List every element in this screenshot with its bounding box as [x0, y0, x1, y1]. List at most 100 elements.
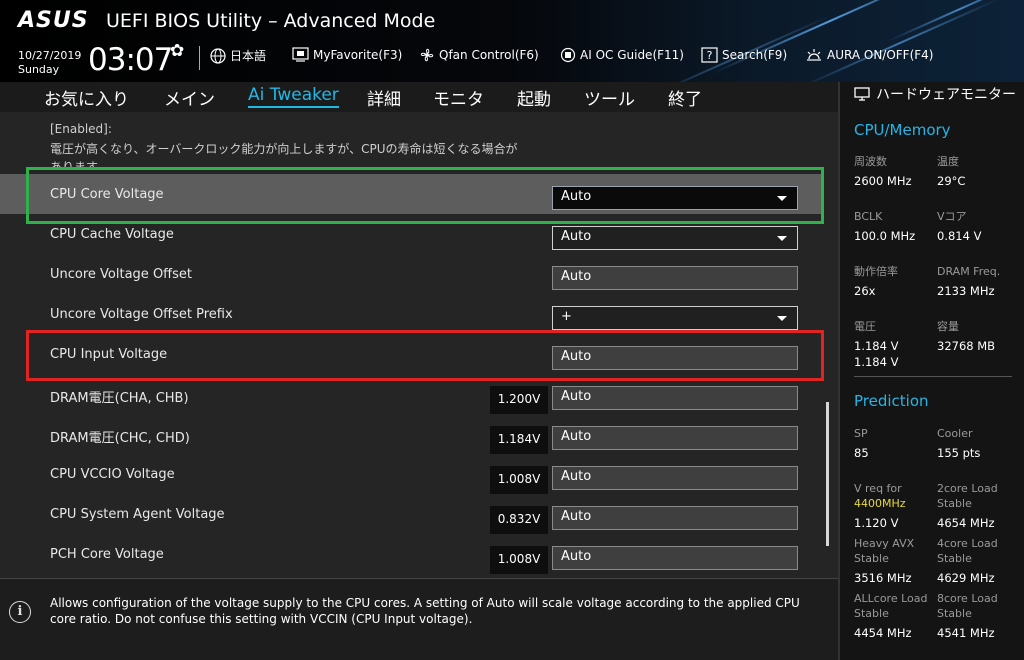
- dram-voltage-chc-chd-input[interactable]: Auto: [552, 426, 798, 450]
- tab-exit[interactable]: 終了: [668, 85, 702, 110]
- monitor-label: BCLK: [854, 210, 883, 223]
- target-frequency-label: 4400MHz: [854, 497, 906, 510]
- current-voltage-readout: 0.832V: [490, 506, 548, 534]
- cpu-cache-voltage-dropdown[interactable]: Auto: [552, 226, 798, 250]
- monitor-value: 4629 MHz: [937, 571, 995, 585]
- tab-ai-tweaker[interactable]: Ai Tweaker: [248, 85, 339, 108]
- monitor-label: 温度: [937, 155, 959, 168]
- setting-row-uncore-voltage-offset[interactable]: Uncore Voltage Offset Auto: [0, 254, 828, 294]
- globe-icon: [210, 47, 226, 64]
- monitor-value: 0.814 V: [937, 229, 982, 243]
- monitor-label: Stable: [937, 607, 972, 620]
- monitor-label: Cooler: [937, 427, 973, 440]
- monitor-title: ハードウェアモニター: [854, 87, 1024, 104]
- red-highlight-box: [26, 330, 824, 381]
- uncore-voltage-offset-input[interactable]: Auto: [552, 266, 798, 290]
- monitor-title-text: ハードウェアモニター: [876, 87, 1016, 103]
- tab-boot[interactable]: 起動: [517, 85, 551, 110]
- monitor-value: 85: [854, 446, 869, 460]
- monitor-label: Stable: [854, 552, 889, 565]
- monitor-label: Stable: [937, 497, 972, 510]
- current-voltage-readout: 1.008V: [490, 466, 548, 494]
- monitor-value: 2600 MHz: [854, 174, 912, 188]
- aura-label: AURA ON/OFF(F4): [827, 48, 934, 62]
- setting-label: DRAM電圧(CHC, CHD): [50, 431, 190, 446]
- monitor-value: 1.184 V: [854, 355, 899, 369]
- monitor-value: 1.184 V: [854, 339, 899, 353]
- asus-logo: ASUS: [18, 8, 89, 33]
- chevron-down-icon: [777, 316, 787, 321]
- language-button[interactable]: 日本語: [210, 47, 266, 64]
- monitor-label: 4core Load: [937, 537, 998, 550]
- setting-label: DRAM電圧(CHA, CHB): [50, 391, 189, 406]
- gear-icon[interactable]: ✿: [170, 41, 184, 61]
- aura-toggle-button[interactable]: AURA ON/OFF(F4): [805, 47, 933, 63]
- header-decoration: [799, 0, 1001, 82]
- scrollbar-thumb[interactable]: [826, 402, 829, 546]
- dropdown-value: Auto: [561, 229, 592, 244]
- header-divider: [199, 46, 200, 70]
- monitor-label: Stable: [937, 552, 972, 565]
- setting-label: Uncore Voltage Offset: [50, 267, 192, 282]
- setting-label: CPU Cache Voltage: [50, 227, 174, 242]
- qfan-control-label: Qfan Control(F6): [439, 48, 539, 62]
- main-tab-bar: お気に入り メイン Ai Tweaker 詳細 モニタ 起動 ツール 終了: [0, 82, 838, 112]
- monitor-label: DRAM Freq.: [937, 265, 1001, 278]
- header-decoration: [886, 0, 1024, 43]
- search-label: Search(F9): [722, 48, 788, 62]
- setting-row-dram-voltage-chc-chd[interactable]: DRAM電圧(CHC, CHD) 1.184V Auto: [0, 414, 828, 454]
- setting-row-pch-core-voltage[interactable]: PCH Core Voltage 1.008V Auto: [0, 534, 828, 574]
- title-bar: ASUS UEFI BIOS Utility – Advanced Mode 1…: [0, 0, 1024, 82]
- prediction-section-title: Prediction: [854, 392, 929, 410]
- pch-core-voltage-input[interactable]: Auto: [552, 546, 798, 570]
- dram-voltage-cha-chb-input[interactable]: Auto: [552, 386, 798, 410]
- setting-row-uncore-voltage-offset-prefix[interactable]: Uncore Voltage Offset Prefix +: [0, 294, 828, 334]
- monitor-value: 1.120 V: [854, 516, 899, 530]
- section-divider: [854, 376, 1012, 377]
- monitor-label: Heavy AVX: [854, 537, 915, 550]
- date-text: 10/27/2019: [18, 49, 82, 62]
- monitor-value: 26x: [854, 284, 876, 298]
- myfavorite-button[interactable]: MyFavorite(F3): [292, 47, 402, 62]
- fan-icon: [420, 48, 434, 62]
- monitor-label: 動作倍率: [854, 265, 898, 278]
- tab-favorites[interactable]: お気に入り: [44, 85, 129, 110]
- language-label: 日本語: [230, 49, 267, 63]
- cpu-vccio-voltage-input[interactable]: Auto: [552, 466, 798, 490]
- monitor-value: 100.0 MHz: [854, 229, 916, 243]
- tab-tool[interactable]: ツール: [584, 85, 635, 110]
- green-highlight-box: [26, 167, 824, 224]
- current-voltage-readout: 1.008V: [490, 546, 548, 574]
- tab-main[interactable]: メイン: [164, 85, 215, 110]
- favorite-icon: [292, 47, 309, 62]
- qfan-control-button[interactable]: Qfan Control(F6): [419, 47, 539, 63]
- aura-icon: [807, 49, 821, 61]
- uncore-offset-prefix-dropdown[interactable]: +: [552, 306, 798, 330]
- setting-row-cpu-system-agent-voltage[interactable]: CPU System Agent Voltage 0.832V Auto: [0, 494, 828, 534]
- search-icon: ?: [701, 47, 718, 63]
- monitor-label: 容量: [937, 320, 959, 333]
- search-button[interactable]: ? Search(F9): [701, 47, 787, 63]
- ai-oc-guide-button[interactable]: AI OC Guide(F11): [560, 47, 684, 63]
- help-text: Allows configuration of the voltage supp…: [50, 596, 800, 626]
- monitor-value: 4541 MHz: [937, 626, 995, 640]
- setting-row-cpu-vccio-voltage[interactable]: CPU VCCIO Voltage 1.008V Auto: [0, 454, 828, 494]
- setting-label: CPU VCCIO Voltage: [50, 467, 175, 482]
- day-text: Sunday: [18, 63, 60, 76]
- ai-oc-guide-label: AI OC Guide(F11): [580, 48, 684, 62]
- tab-monitor[interactable]: モニタ: [433, 85, 484, 110]
- monitor-value: 4654 MHz: [937, 516, 995, 530]
- tab-advanced[interactable]: 詳細: [367, 85, 401, 110]
- dropdown-value: +: [561, 309, 572, 324]
- monitor-value: 3516 MHz: [854, 571, 912, 585]
- clock-time[interactable]: 03:07: [88, 42, 173, 78]
- monitor-value: 29°C: [937, 174, 966, 188]
- setting-label: Uncore Voltage Offset Prefix: [50, 307, 233, 322]
- monitor-value: 4454 MHz: [854, 626, 912, 640]
- cpu-memory-section-title: CPU/Memory: [854, 121, 951, 139]
- cpu-system-agent-voltage-input[interactable]: Auto: [552, 506, 798, 530]
- monitor-label: V req for: [854, 482, 902, 495]
- app-title: UEFI BIOS Utility – Advanced Mode: [106, 10, 436, 32]
- monitor-value: 32768 MB: [937, 339, 996, 353]
- monitor-label: 周波数: [854, 155, 887, 168]
